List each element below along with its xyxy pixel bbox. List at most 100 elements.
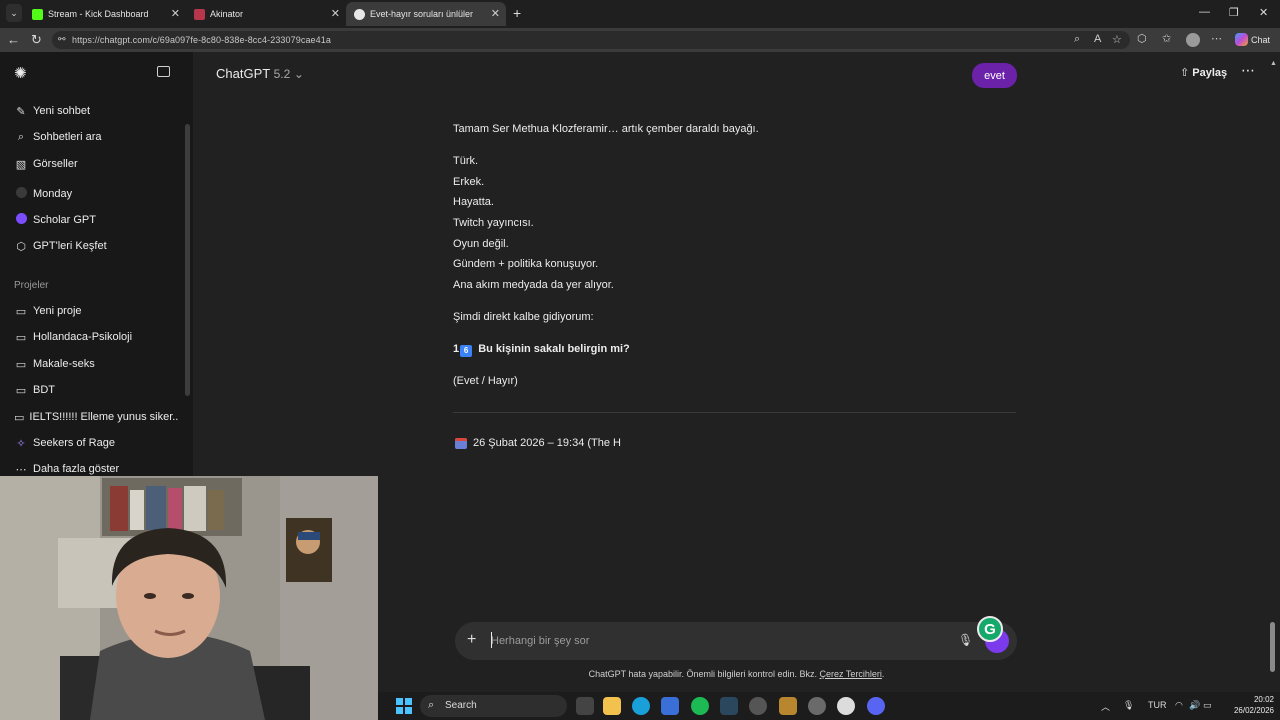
copilot-label[interactable]: Chat [1251, 35, 1270, 45]
store-icon[interactable] [661, 697, 679, 715]
sidebar-item-project[interactable]: ▭ IELTS!!!!!! Elleme yunus siker... [14, 406, 179, 428]
add-attachment-icon[interactable]: + [467, 631, 476, 649]
close-sidebar-icon[interactable] [157, 66, 170, 77]
read-aloud-icon[interactable]: A [1094, 33, 1101, 45]
assistant-message-line: Oyun değil. [453, 238, 509, 250]
question-number: 1 [453, 343, 460, 355]
battery-icon[interactable]: ▭ [1203, 700, 1212, 711]
folder-icon: ▭ [15, 384, 27, 397]
date-line: 26 Şubat 2026 – 19:34 (The H [455, 437, 621, 449]
settings-icon[interactable] [808, 697, 826, 715]
sidebar-item-new-project[interactable]: ▭ Yeni proje [14, 300, 179, 322]
scroll-up-icon[interactable]: ▲ [1270, 60, 1277, 67]
tray-mic-icon[interactable]: 🎙 [1123, 700, 1134, 711]
chatgpt-logo-icon[interactable]: ✺ [14, 64, 27, 82]
close-icon[interactable]: ✕ [491, 7, 500, 20]
sidebar-item-label: Monday [33, 188, 73, 200]
sidebar-item-new-chat[interactable]: ✎ Yeni sohbet [14, 100, 179, 122]
sidebar-item-project[interactable]: ✧ Seekers of Rage [14, 432, 179, 454]
input-language[interactable]: TUR [1148, 700, 1167, 710]
address-bar[interactable]: ⚯ https://chatgpt.com/c/69a097fe-8c80-83… [52, 31, 1130, 49]
sidebar-item-label: Makale-seks [33, 358, 95, 370]
disclaimer-text: ChatGPT hata yapabilir. Önemli bilgileri… [588, 669, 818, 679]
monday-gpt-icon [14, 187, 28, 201]
edge-icon[interactable] [632, 697, 650, 715]
model-selector[interactable]: ChatGPT 5.2 ⌄ [216, 66, 304, 81]
task-view-icon[interactable] [576, 697, 594, 715]
sidebar-item-monday[interactable]: Monday [14, 183, 179, 205]
wifi-icon[interactable]: ◠ [1175, 700, 1183, 711]
scholar-gpt-icon [14, 213, 28, 227]
microphone-icon[interactable]: 🎙 [958, 633, 973, 647]
sidebar-item-label: Daha fazla göster [33, 463, 120, 475]
discord-icon[interactable] [867, 697, 885, 715]
sidebar-item-project[interactable]: ▭ BDT [14, 379, 179, 401]
sidebar: ✺ ✎ Yeni sohbet ⌕ Sohbetleri ara ▧ Görse… [0, 52, 193, 476]
sidebar-item-search-chats[interactable]: ⌕ Sohbetleri ara [14, 126, 179, 148]
window-close-icon[interactable]: ✕ [1259, 6, 1268, 19]
favorite-star-icon[interactable]: ☆ [1112, 33, 1122, 46]
file-explorer-icon[interactable] [603, 697, 621, 715]
windows-start-icon[interactable] [396, 698, 412, 714]
sidebar-item-project[interactable]: ▭ Makale-seks [14, 353, 179, 375]
sidebar-item-label: Yeni proje [33, 305, 82, 317]
cube-icon: ⬡ [16, 240, 26, 253]
composer: + 🎙 G [455, 616, 1017, 660]
assistant-message-line: Şimdi direkt kalbe gidiyorum: [453, 311, 594, 323]
sidebar-scrollbar[interactable] [185, 124, 190, 396]
more-options-icon[interactable]: ⋯ [1241, 62, 1255, 79]
spotify-icon[interactable] [691, 697, 709, 715]
assistant-message-line: Ana akım medyada da yer alıyor. [453, 279, 614, 291]
sidebar-item-label: IELTS!!!!!! Elleme yunus siker... [29, 411, 179, 423]
clock-date: 26/02/2026 [1233, 706, 1274, 715]
taskbar-search[interactable]: ⌕ Search [420, 695, 567, 717]
tab-kick-dashboard[interactable]: Stream - Kick Dashboard ✕ [24, 2, 186, 26]
chatgpt-favicon-icon [354, 8, 365, 20]
site-info-icon[interactable]: ⚯ [58, 34, 66, 45]
sidebar-item-label: Görseller [33, 158, 78, 170]
favorites-icon[interactable]: ✩ [1162, 32, 1171, 45]
kick-favicon-icon [32, 8, 43, 20]
disclaimer-end: . [881, 669, 885, 679]
browser-menu-icon[interactable]: ⋯ [1211, 32, 1222, 45]
question-line: 16 Bu kişinin sakalı belirgin mi? [453, 343, 630, 357]
game-launcher-icon[interactable] [779, 697, 797, 715]
share-icon: ⇧ [1180, 67, 1190, 79]
share-button[interactable]: ⇧ Paylaş [1180, 66, 1227, 79]
projects-section-label: Projeler [14, 280, 49, 291]
tab-chatgpt[interactable]: Evet-hayır soruları ünlüler ✕ [346, 2, 506, 26]
prompt-input[interactable] [491, 633, 931, 649]
image-icon: ▧ [15, 158, 27, 171]
tray-overflow-icon[interactable]: ︿ [1101, 700, 1110, 713]
reload-icon[interactable]: ↻ [31, 32, 42, 48]
sparkle-icon: ✧ [16, 437, 26, 450]
zoom-icon[interactable]: ⌕ [1074, 33, 1080, 46]
steam-icon[interactable] [720, 697, 738, 715]
sidebar-item-images[interactable]: ▧ Görseller [14, 153, 179, 175]
grammarly-icon[interactable]: G [977, 616, 1003, 642]
sidebar-item-scholar-gpt[interactable]: Scholar GPT [14, 209, 179, 231]
cookie-preferences-link[interactable]: Çerez Tercihleri [820, 669, 882, 679]
tab-akinator[interactable]: Akinator ✕ [186, 2, 346, 26]
back-icon[interactable]: ← [7, 32, 20, 47]
folder-icon: ▭ [15, 331, 27, 344]
sidebar-item-project[interactable]: ▭ Hollandaca-Psikoloji [14, 326, 179, 348]
volume-icon[interactable]: 🔊 [1189, 700, 1200, 711]
main-scrollbar[interactable] [1270, 622, 1275, 672]
sidebar-item-explore-gpts[interactable]: ⬡ GPT'leri Keşfet [14, 235, 179, 257]
extensions-icon[interactable]: ⬡ [1137, 32, 1147, 45]
minimize-icon[interactable]: — [1199, 6, 1210, 18]
chatgpt-app-icon[interactable] [837, 697, 855, 715]
profile-avatar[interactable] [1186, 33, 1200, 47]
taskbar-search-label: Search [445, 700, 477, 711]
copilot-icon[interactable] [1235, 33, 1248, 46]
taskbar-clock[interactable]: 20:02 26/02/2026 [1218, 694, 1274, 716]
tab-actions-icon[interactable]: ⌄ [6, 4, 22, 22]
game-app-icon[interactable] [749, 697, 767, 715]
close-icon[interactable]: ✕ [171, 7, 180, 20]
browser-toolbar: ← ↻ ⚯ https://chatgpt.com/c/69a097fe-8c8… [0, 28, 1280, 52]
akinator-favicon-icon [194, 8, 205, 20]
close-icon[interactable]: ✕ [331, 7, 340, 20]
restore-icon[interactable]: ❐ [1229, 6, 1239, 19]
new-tab-icon[interactable]: + [513, 5, 521, 21]
